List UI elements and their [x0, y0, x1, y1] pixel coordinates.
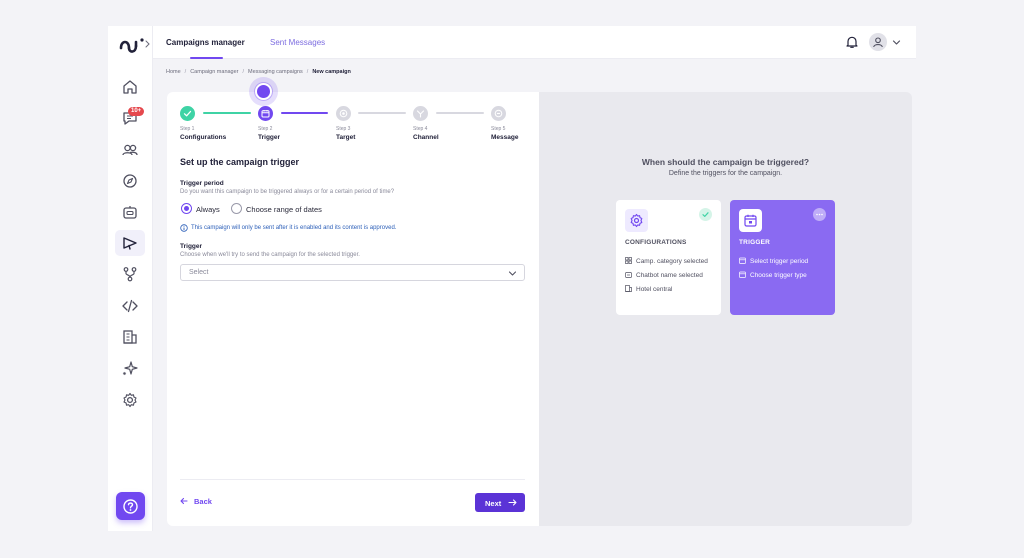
radio-date-range-label[interactable]: Choose range of dates [246, 205, 322, 214]
arrow-right-icon [508, 499, 517, 506]
tab-sent-messages[interactable]: Sent Messages [270, 38, 325, 47]
message-icon [494, 109, 503, 118]
trigger-period-help: Do you want this campaign to be triggere… [180, 189, 395, 195]
step-2-circle[interactable] [258, 106, 273, 121]
radio-date-range[interactable] [231, 203, 242, 214]
chevron-down-icon[interactable] [892, 38, 901, 47]
configurations-card-title: CONFIGURATIONS [625, 239, 687, 246]
info-message: This campaign will only be sent after it… [191, 225, 397, 231]
calendar-icon [739, 257, 746, 264]
users-icon[interactable] [121, 141, 139, 159]
help-button[interactable] [116, 492, 145, 520]
check-icon [183, 110, 192, 117]
grid-icon [625, 257, 632, 264]
step-1-circle[interactable] [180, 106, 195, 121]
config-item-category: Camp. category selected [625, 257, 708, 265]
next-button-label: Next [485, 499, 502, 508]
calendar-icon [261, 110, 270, 118]
step-2-name: Trigger [258, 134, 281, 141]
breadcrumb-campaign-manager[interactable]: Campaign manager [190, 69, 238, 75]
avatar[interactable] [869, 33, 887, 51]
trigger-select[interactable]: Select [180, 264, 525, 281]
trigger-label: Trigger [180, 243, 203, 250]
step-connector-3 [358, 112, 406, 114]
trigger-card-title: TRIGGER [739, 239, 771, 246]
bell-icon[interactable] [845, 35, 859, 49]
step-connector-4 [436, 112, 484, 114]
sidebar [108, 26, 153, 531]
home-icon[interactable] [121, 78, 139, 96]
preview-subtitle: Define the triggers for the campaign. [668, 170, 783, 177]
arrow-left-icon [180, 497, 188, 505]
calendar-icon [739, 271, 746, 278]
trigger-card[interactable]: TRIGGER Select trigger period Choose tri… [730, 200, 835, 315]
configurations-icon-box [625, 209, 648, 232]
config-item-hotel: Hotel central [625, 285, 673, 293]
help-icon [123, 499, 138, 514]
step-3-number: Step 3 [336, 126, 351, 132]
complete-badge [699, 208, 712, 221]
trigger-help: Choose when we'll try to send the campai… [180, 252, 360, 258]
next-button[interactable]: Next [475, 493, 525, 512]
step-4-circle[interactable] [413, 106, 428, 121]
configurations-card[interactable]: CONFIGURATIONS Camp. category selected C… [616, 200, 721, 315]
gear-icon [630, 213, 643, 228]
building-icon[interactable] [121, 328, 139, 346]
breadcrumb-current: New campaign [312, 69, 351, 75]
info-icon [180, 224, 188, 232]
bot-icon [625, 272, 632, 278]
code-icon[interactable] [121, 297, 139, 315]
building-icon [625, 285, 632, 292]
step-5-name: Message [491, 134, 519, 141]
breadcrumb-messaging-campaigns[interactable]: Messaging campaigns [248, 69, 303, 75]
gear-icon[interactable] [121, 391, 139, 409]
breadcrumb-home[interactable]: Home [166, 69, 181, 75]
step-1-name: Configurations [180, 134, 227, 141]
step-4-name: Channel [413, 134, 439, 141]
calendar-icon [744, 214, 757, 227]
current-step-pointer [255, 83, 272, 100]
back-button-label: Back [194, 497, 212, 506]
megaphone-icon[interactable] [121, 234, 139, 252]
sparkle-icon[interactable] [121, 359, 139, 377]
preview-title: When should the campaign be triggered? [641, 157, 810, 167]
trigger-period-label: Trigger period [180, 180, 224, 187]
channel-icon [416, 110, 425, 118]
breadcrumb: Home / Campaign manager / Messaging campaign… [166, 69, 351, 75]
step-5-number: Step 5 [491, 126, 506, 132]
step-1-number: Step 1 [180, 126, 195, 132]
trigger-item-period: Select trigger period [739, 257, 808, 265]
trigger-item-type: Choose trigger type [739, 271, 807, 279]
target-icon [339, 109, 348, 118]
chat-badge: 10+ [128, 107, 145, 116]
tab-active-indicator [190, 57, 223, 59]
trigger-icon-box [739, 209, 762, 232]
config-item-chatbot: Chatbot name selected [625, 271, 703, 279]
check-icon [702, 212, 709, 217]
step-connector-2 [281, 112, 328, 114]
step-connector-1 [203, 112, 251, 114]
trigger-select-placeholder: Select [189, 269, 209, 276]
bot-icon[interactable] [121, 203, 139, 221]
back-button[interactable]: Back [180, 497, 212, 506]
form-title: Set up the campaign trigger [180, 157, 300, 167]
in-progress-badge [813, 208, 826, 221]
logo-icon[interactable] [118, 34, 152, 54]
more-icon [816, 213, 823, 216]
step-3-name: Target [336, 134, 356, 141]
step-4-number: Step 4 [413, 126, 428, 132]
step-3-circle[interactable] [336, 106, 351, 121]
compass-icon[interactable] [121, 172, 139, 190]
flow-icon[interactable] [121, 265, 139, 283]
chevron-down-icon [508, 271, 517, 276]
tab-campaigns-manager[interactable]: Campaigns manager [166, 38, 245, 47]
footer-divider [180, 479, 525, 480]
top-bar: Campaigns manager Sent Messages [153, 26, 916, 59]
radio-always-label[interactable]: Always [196, 205, 220, 214]
user-icon [873, 37, 883, 48]
step-5-circle[interactable] [491, 106, 506, 121]
step-2-number: Step 2 [258, 126, 273, 132]
radio-always[interactable] [181, 203, 192, 214]
